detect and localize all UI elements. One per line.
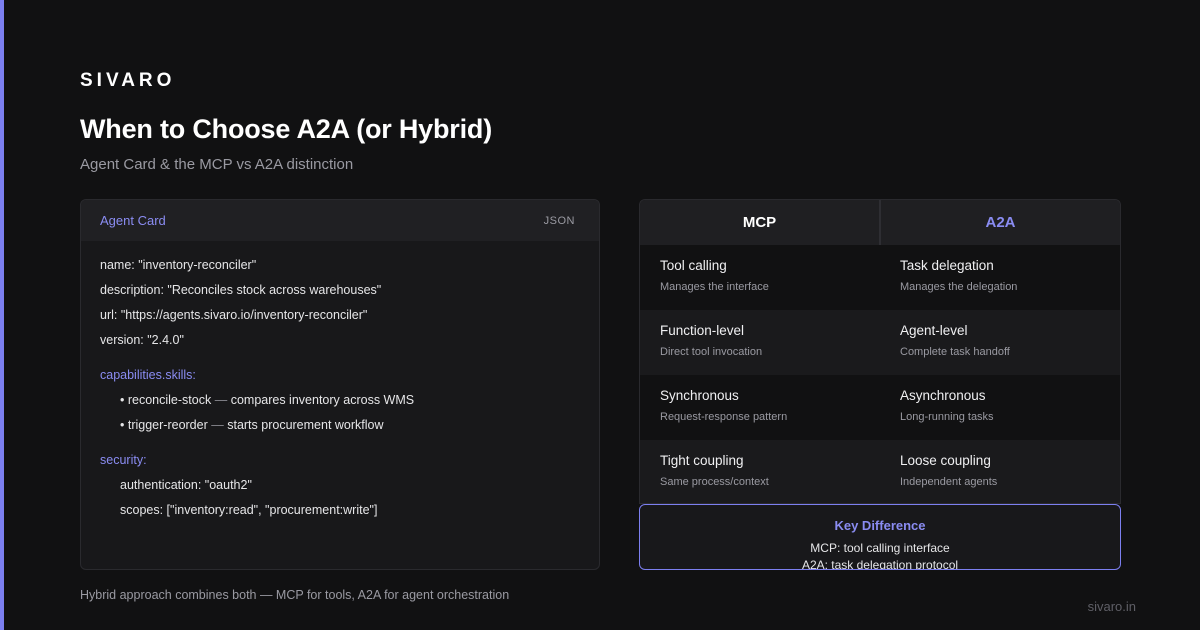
cell-description: Long-running tasks: [900, 411, 994, 423]
left-accent-bar: [0, 0, 4, 630]
mcp-cell: Tool calling Manages the interface: [640, 245, 880, 310]
cell-description: Direct tool invocation: [660, 346, 763, 358]
a2a-cell: Loose coupling Independent agents: [880, 440, 1120, 503]
capabilities-label: capabilities.skills:: [100, 368, 196, 382]
a2a-cell: Asynchronous Long-running tasks: [880, 375, 1120, 440]
key-difference-mcp: MCP: tool calling interface: [810, 541, 950, 555]
cell-description: Independent agents: [900, 476, 998, 488]
agent-card-body: name: "inventory-reconciler" description…: [81, 241, 599, 535]
field-url: url: "https://agents.sivaro.io/inventory…: [100, 308, 368, 322]
comparison-row: Synchronous Request-response pattern Asy…: [640, 375, 1120, 440]
skill-name: trigger-reorder: [127, 418, 208, 432]
cell-description: Complete task handoff: [900, 346, 1010, 358]
brand-logo: SIVARO: [80, 70, 176, 91]
field-version: version: "2.4.0": [100, 333, 184, 347]
footer-site: sivaro.in: [1087, 599, 1136, 614]
skill-name: reconcile-stock: [127, 393, 212, 407]
column-header-mcp: MCP: [640, 200, 881, 245]
a2a-cell: Agent-level Complete task handoff: [880, 310, 1120, 375]
skill-separator: —: [211, 418, 224, 432]
key-difference-a2a: A2A: task delegation protocol: [801, 558, 959, 570]
footer-note: Hybrid approach combines both — MCP for …: [80, 588, 510, 602]
field-description: description: "Reconciles stock across wa…: [100, 283, 382, 297]
mcp-cell: Tight coupling Same process/context: [640, 440, 880, 503]
field-scopes: scopes: ["inventory:read", "procurement:…: [120, 503, 378, 517]
cell-title: Loose coupling: [900, 453, 991, 468]
cell-title: Task delegation: [900, 258, 994, 273]
a2a-cell: Task delegation Manages the delegation: [880, 245, 1120, 310]
agent-card-header: Agent Card JSON: [81, 200, 599, 241]
mcp-cell: Synchronous Request-response pattern: [640, 375, 880, 440]
cell-title: Tight coupling: [660, 453, 744, 468]
comparison-header: MCP A2A: [640, 200, 1120, 245]
agent-card-panel: Agent Card JSON name: "inventory-reconci…: [80, 199, 600, 570]
cell-description: Manages the delegation: [900, 281, 1018, 293]
security-label: security:: [100, 453, 147, 467]
key-difference-title: Key Difference: [834, 518, 926, 533]
skill-item: • trigger-reorder — starts procurement w…: [120, 418, 384, 432]
cell-title: Agent-level: [900, 323, 968, 338]
page-subtitle: Agent Card & the MCP vs A2A distinction: [80, 156, 354, 173]
agent-card-title: Agent Card: [100, 213, 166, 228]
cell-description: Request-response pattern: [660, 411, 788, 423]
format-tag: JSON: [543, 214, 575, 227]
mcp-cell: Function-level Direct tool invocation: [640, 310, 880, 375]
cell-title: Function-level: [660, 323, 745, 338]
field-name: name: "inventory-reconciler": [100, 258, 257, 272]
comparison-row: Tool calling Manages the interface Task …: [640, 245, 1120, 310]
skill-description: starts procurement workflow: [227, 418, 384, 432]
cell-title: Tool calling: [660, 258, 727, 273]
comparison-row: Tight coupling Same process/context Loos…: [640, 440, 1120, 503]
skill-description: compares inventory across WMS: [230, 393, 415, 407]
column-header-a2a: A2A: [985, 214, 1016, 231]
cell-title: Asynchronous: [900, 388, 986, 403]
key-difference-box: Key Difference MCP: tool calling interfa…: [639, 504, 1121, 570]
field-authentication: authentication: "oauth2": [120, 478, 252, 492]
cell-description: Same process/context: [660, 476, 769, 488]
page-title: When to Choose A2A (or Hybrid): [80, 114, 492, 144]
comparison-table: MCP A2A Tool calling Manages the interfa…: [639, 199, 1121, 504]
cell-description: Manages the interface: [660, 281, 769, 293]
skill-separator: —: [214, 393, 228, 407]
comparison-row: Function-level Direct tool invocation Ag…: [640, 310, 1120, 375]
cell-title: Synchronous: [660, 388, 739, 403]
skill-item: • reconcile-stock — compares inventory a…: [120, 393, 415, 407]
